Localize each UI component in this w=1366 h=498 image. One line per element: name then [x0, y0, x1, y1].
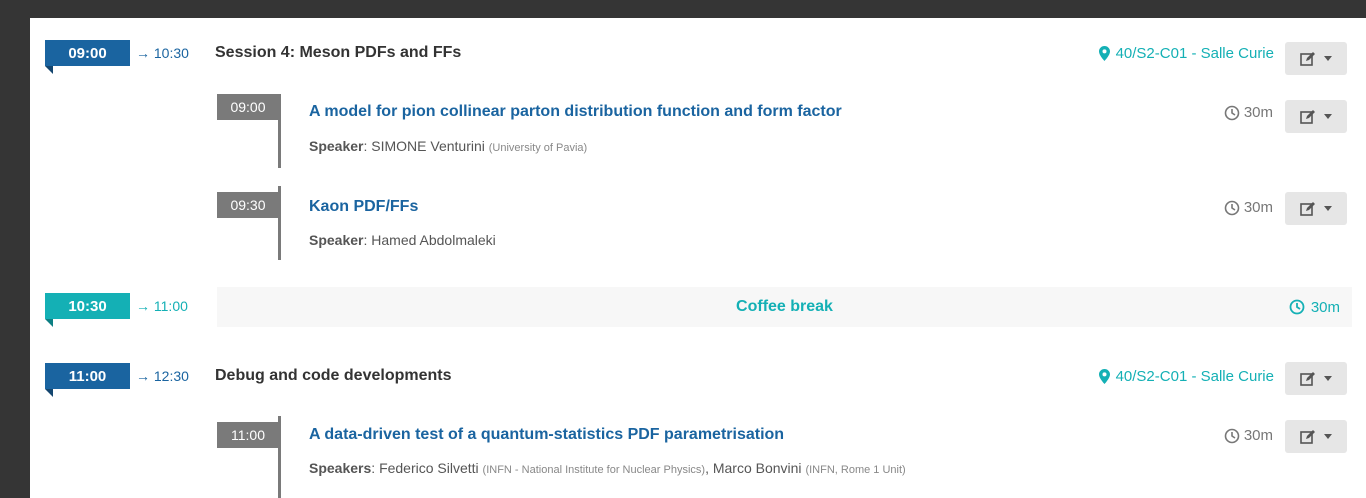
chevron-down-icon	[1324, 56, 1332, 61]
speaker-name: Hamed Abdolmaleki	[371, 232, 496, 248]
edit-icon	[1300, 201, 1315, 216]
speaker-line: Speaker: SIMONE Venturini (University of…	[309, 138, 588, 154]
speaker-affiliation: (University of Pavia)	[488, 142, 588, 154]
location-label: 40/S2-C01 - Salle Curie	[1115, 368, 1274, 385]
clock-icon	[1289, 299, 1305, 315]
edit-session-button[interactable]	[1285, 42, 1347, 75]
duration-label: 30m	[1243, 199, 1273, 216]
session-end-time: → 12:30	[136, 368, 189, 384]
speaker-line: Speaker: Hamed Abdolmaleki	[309, 232, 496, 248]
chevron-down-icon	[1324, 376, 1332, 381]
location-label: 40/S2-C01 - Salle Curie	[1115, 45, 1274, 62]
contribution-title[interactable]: A data-driven test of a quantum-statisti…	[309, 426, 784, 444]
edit-icon	[1300, 429, 1315, 444]
map-marker-icon	[1098, 46, 1110, 61]
session-title[interactable]: Debug and code developments	[215, 367, 451, 385]
speaker-name: Marco Bonvini	[712, 460, 802, 476]
edit-icon	[1300, 371, 1315, 386]
session-time: 11:00 → 12:30	[45, 363, 189, 397]
chevron-down-icon	[1324, 206, 1332, 211]
break-time: 10:30 → 11:00	[45, 293, 188, 327]
edit-contribution-button[interactable]	[1285, 100, 1347, 133]
chevron-down-icon	[1324, 114, 1332, 119]
contribution-duration: 30m	[1224, 104, 1273, 121]
break-end-time: → 11:00	[136, 298, 188, 314]
session-start-badge[interactable]: 09:00	[45, 40, 130, 74]
contribution-title[interactable]: Kaon PDF/FFs	[309, 198, 418, 216]
session-location[interactable]: 40/S2-C01 - Salle Curie	[1098, 45, 1274, 62]
edit-icon	[1300, 51, 1315, 66]
contribution-time: 09:30	[217, 192, 279, 218]
clock-icon	[1224, 105, 1240, 120]
contribution-duration: 30m	[1224, 199, 1273, 216]
speaker-label: Speaker	[309, 138, 364, 154]
session-end-time: → 10:30	[136, 45, 189, 61]
clock-icon	[1224, 200, 1240, 215]
duration-label: 30m	[1243, 104, 1273, 121]
clock-icon	[1224, 428, 1240, 443]
edit-icon	[1300, 109, 1315, 124]
session-start-badge[interactable]: 11:00	[45, 363, 130, 397]
break-bar[interactable]: Coffee break 30m	[217, 287, 1352, 327]
contribution-duration: 30m	[1224, 427, 1273, 444]
break-title: Coffee break	[736, 298, 833, 315]
edit-session-button[interactable]	[1285, 362, 1347, 395]
speaker-name: Federico Silvetti	[379, 460, 479, 476]
session-location[interactable]: 40/S2-C01 - Salle Curie	[1098, 368, 1274, 385]
timetable-page: 09:00 → 10:30 Session 4: Meson PDFs and …	[30, 18, 1366, 498]
speaker-line: Speakers: Federico Silvetti (INFN - Nati…	[309, 460, 906, 476]
duration-label: 30m	[1310, 298, 1340, 316]
session-title[interactable]: Session 4: Meson PDFs and FFs	[215, 44, 461, 62]
contribution-time: 09:00	[217, 94, 279, 120]
chevron-down-icon	[1324, 434, 1332, 439]
break-start-badge[interactable]: 10:30	[45, 293, 130, 327]
contribution-title[interactable]: A model for pion collinear parton distri…	[309, 103, 842, 121]
edit-contribution-button[interactable]	[1285, 420, 1347, 453]
speaker-label: Speaker	[309, 232, 364, 248]
speaker-affiliation: (INFN - National Institute for Nuclear P…	[482, 464, 706, 476]
speaker-label: Speakers	[309, 460, 372, 476]
session-time: 09:00 → 10:30	[45, 40, 189, 74]
map-marker-icon	[1098, 369, 1110, 384]
contribution-time: 11:00	[217, 422, 279, 448]
duration-label: 30m	[1243, 427, 1273, 444]
break-duration: 30m	[1289, 287, 1340, 327]
edit-contribution-button[interactable]	[1285, 192, 1347, 225]
speaker-name: SIMONE Venturini	[371, 138, 485, 154]
speaker-affiliation: (INFN, Rome 1 Unit)	[805, 464, 906, 476]
